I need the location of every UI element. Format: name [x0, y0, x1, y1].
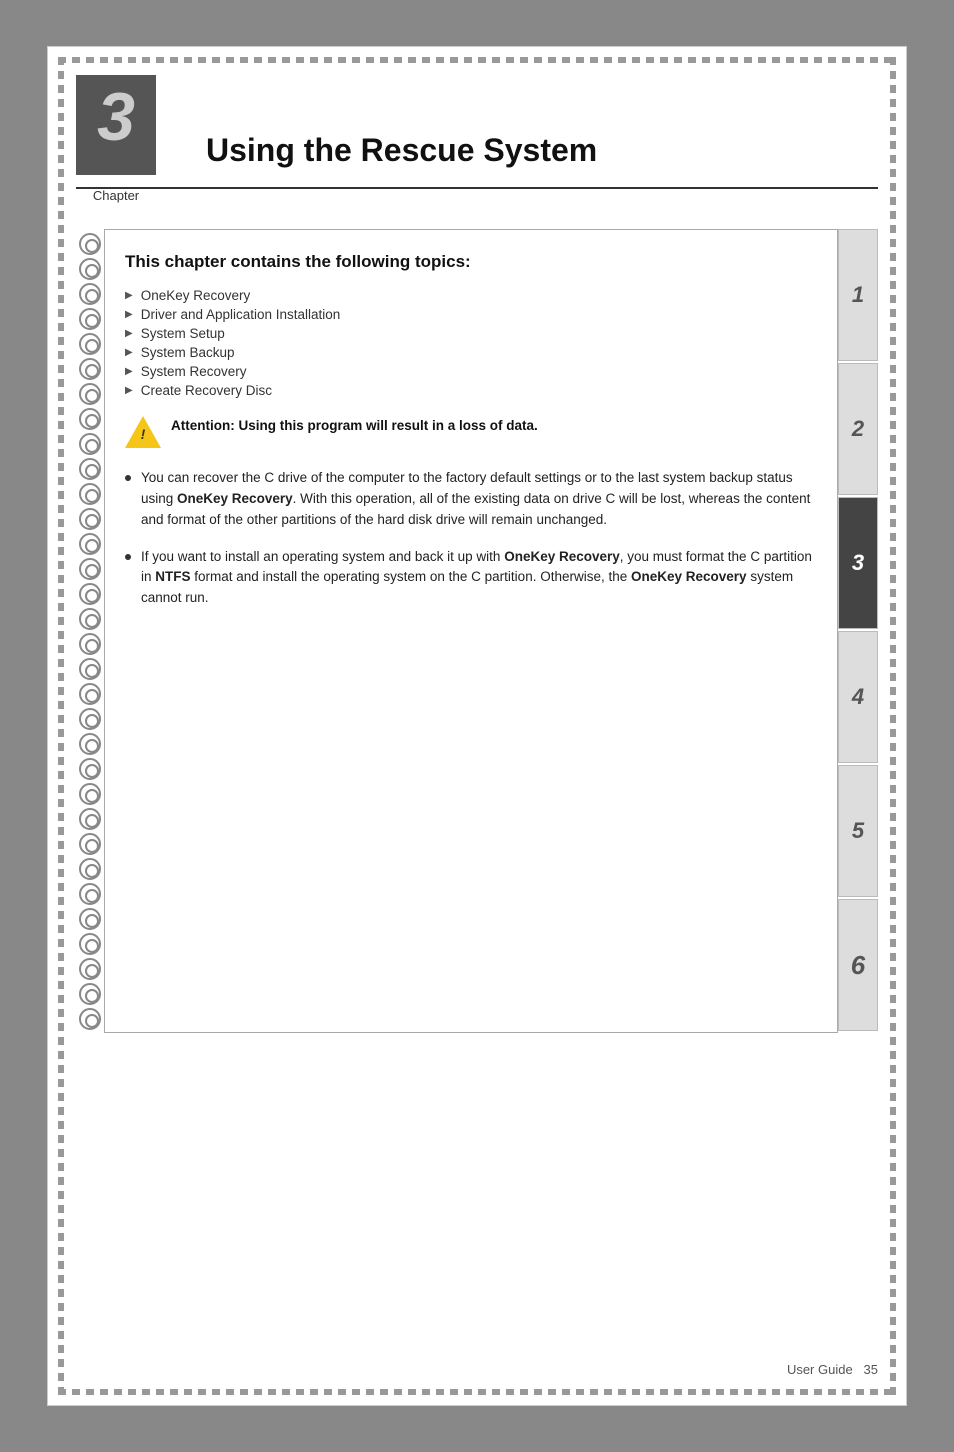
- bullet-dot: [125, 475, 131, 481]
- spiral-ring: [79, 483, 101, 505]
- warning-text: Attention: Using this program will resul…: [171, 416, 538, 436]
- chapter-number-block: 3: [76, 75, 156, 175]
- page-number: 35: [864, 1362, 878, 1377]
- bullet-item-1: You can recover the C drive of the compu…: [125, 468, 817, 531]
- bullet-dot: [125, 554, 131, 560]
- spiral-ring: [79, 533, 101, 555]
- spiral-ring: [79, 583, 101, 605]
- topics-heading: This chapter contains the following topi…: [125, 250, 817, 274]
- list-item: OneKey Recovery: [125, 288, 817, 303]
- spiral-ring: [79, 658, 101, 680]
- warning-icon: !: [125, 416, 161, 452]
- footer: User Guide 35: [787, 1362, 878, 1377]
- list-item: Driver and Application Installation: [125, 307, 817, 322]
- spiral-ring: [79, 558, 101, 580]
- spiral-ring: [79, 683, 101, 705]
- spiral-ring: [79, 458, 101, 480]
- spiral-ring: [79, 1008, 101, 1030]
- bullet-section: You can recover the C drive of the compu…: [125, 468, 817, 610]
- spiral-ring: [79, 908, 101, 930]
- spiral-ring: [79, 358, 101, 380]
- bullet-item-2: If you want to install an operating syst…: [125, 547, 817, 610]
- spiral-ring: [79, 958, 101, 980]
- side-tab-1[interactable]: 1: [838, 229, 878, 361]
- page-content: 3 Chapter Using the Rescue System: [76, 75, 878, 1377]
- spiral-ring: [79, 633, 101, 655]
- side-tab-6[interactable]: 6: [838, 899, 878, 1031]
- side-tab-4[interactable]: 4: [838, 631, 878, 763]
- spiral-ring: [79, 408, 101, 430]
- spiral-ring: [79, 233, 101, 255]
- dashed-border-bottom: [58, 1389, 896, 1395]
- spiral-ring: [79, 333, 101, 355]
- spiral-ring: [79, 933, 101, 955]
- spiral-ring: [79, 383, 101, 405]
- spiral-ring: [79, 783, 101, 805]
- dashed-border-top: [58, 57, 896, 63]
- page: 3 Chapter Using the Rescue System: [47, 46, 907, 1406]
- bullet-text-1: You can recover the C drive of the compu…: [141, 468, 817, 531]
- spiral-ring: [79, 833, 101, 855]
- bullet-text-2: If you want to install an operating syst…: [141, 547, 817, 610]
- spiral-ring: [79, 608, 101, 630]
- spiral-ring: [79, 508, 101, 530]
- spiral-ring: [79, 733, 101, 755]
- list-item: System Backup: [125, 345, 817, 360]
- spiral-ring: [79, 883, 101, 905]
- chapter-title: Using the Rescue System: [196, 132, 597, 175]
- chapter-header: 3 Chapter Using the Rescue System: [76, 75, 878, 189]
- spiral-ring: [79, 258, 101, 280]
- spiral-ring: [79, 808, 101, 830]
- spiral-ring: [79, 433, 101, 455]
- warning-exclaim-mark: !: [141, 426, 146, 442]
- side-tab-2[interactable]: 2: [838, 363, 878, 495]
- spiral-ring: [79, 708, 101, 730]
- list-item: System Setup: [125, 326, 817, 341]
- chapter-label: Chapter: [76, 188, 156, 203]
- spiral-binding: [76, 229, 104, 1033]
- side-tabs: 1 2 3 4 5 6: [838, 229, 878, 1033]
- footer-label: User Guide: [787, 1362, 853, 1377]
- dashed-border-left: [58, 57, 64, 1395]
- list-item: System Recovery: [125, 364, 817, 379]
- chapter-number: 3: [97, 83, 135, 151]
- warning-box: ! Attention: Using this program will res…: [125, 416, 817, 452]
- spiral-ring: [79, 983, 101, 1005]
- main-area: This chapter contains the following topi…: [76, 229, 878, 1033]
- spiral-ring: [79, 758, 101, 780]
- spiral-ring: [79, 308, 101, 330]
- side-tab-5[interactable]: 5: [838, 765, 878, 897]
- list-item: Create Recovery Disc: [125, 383, 817, 398]
- side-tab-3[interactable]: 3: [838, 497, 878, 629]
- topic-list: OneKey Recovery Driver and Application I…: [125, 288, 817, 398]
- spiral-ring: [79, 283, 101, 305]
- dashed-border-right: [890, 57, 896, 1395]
- content-box: This chapter contains the following topi…: [104, 229, 838, 1033]
- spiral-ring: [79, 858, 101, 880]
